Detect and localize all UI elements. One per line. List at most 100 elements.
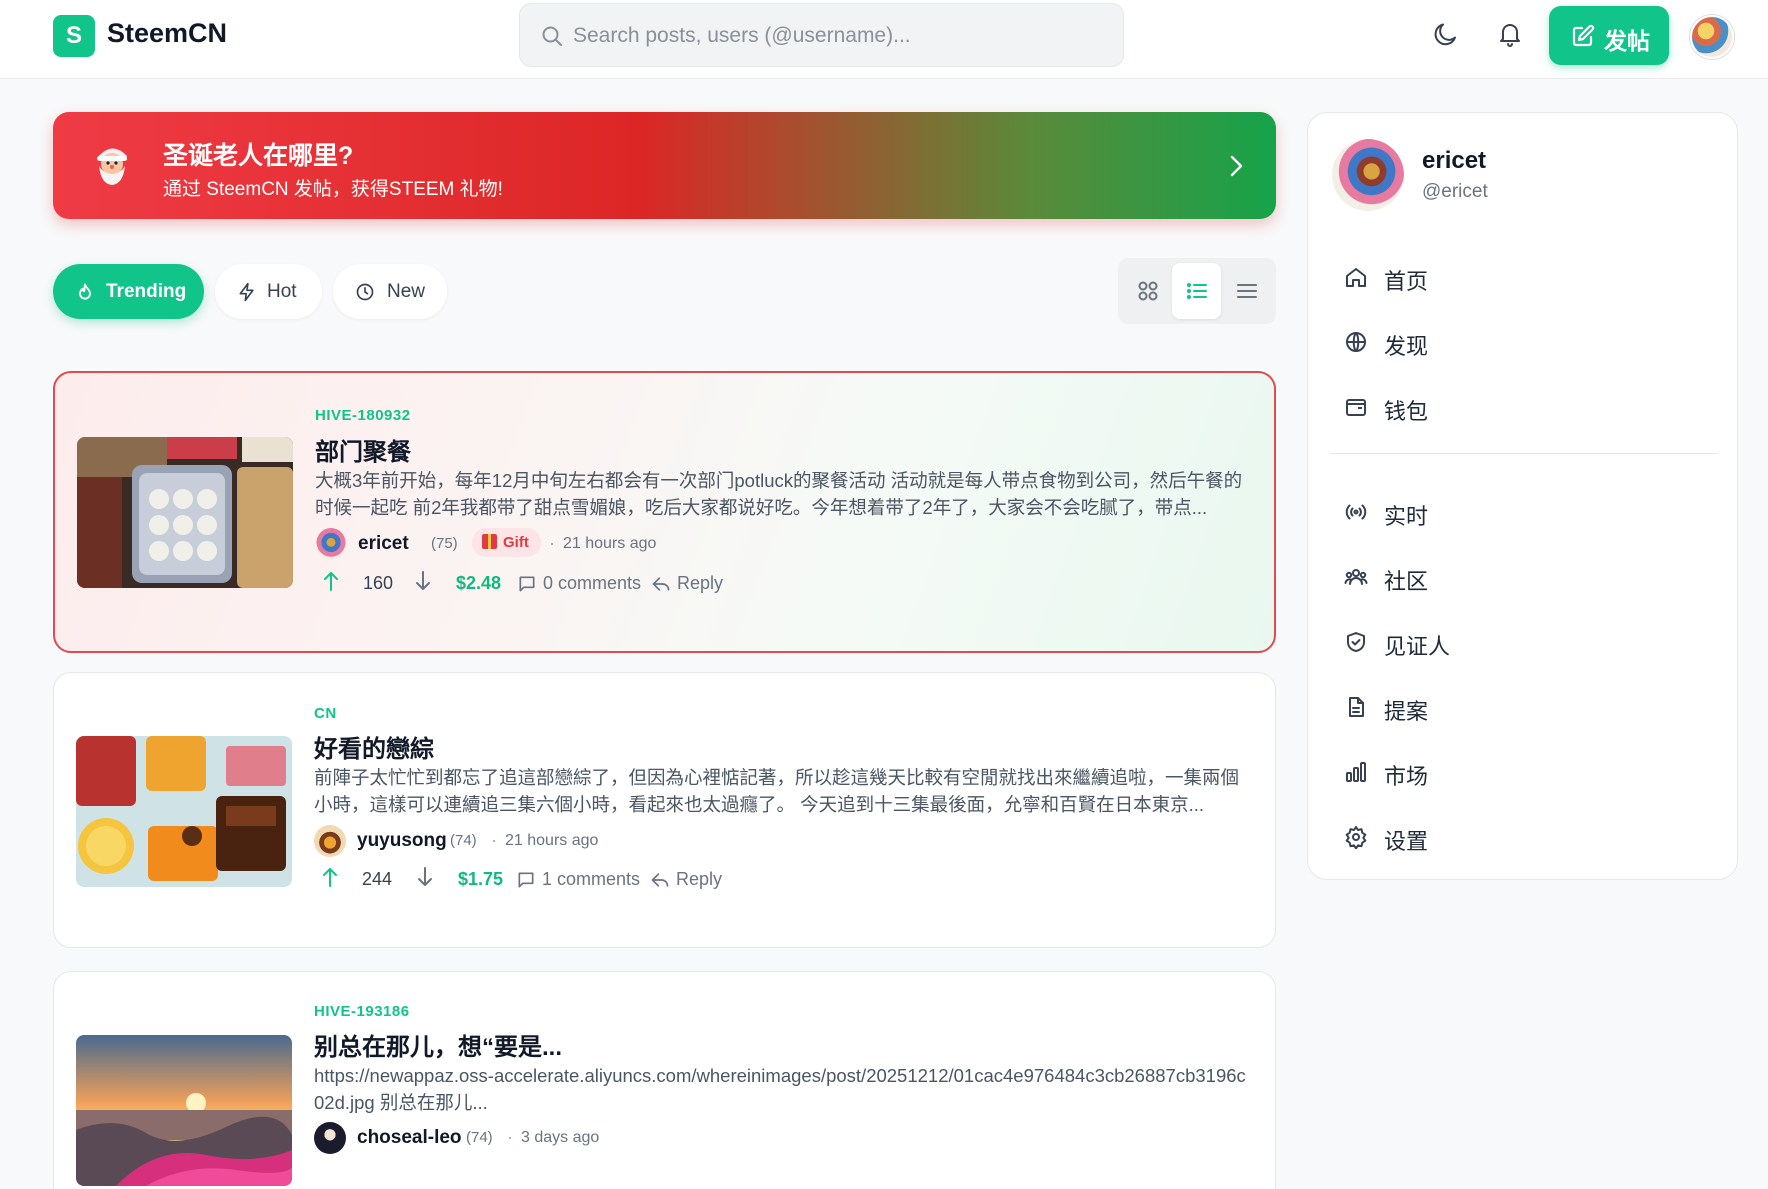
banner-subtitle: 通过 SteemCN 发帖，获得STEEM 礼物! <box>163 179 503 200</box>
payout-value[interactable]: $2.48 <box>456 573 501 594</box>
post-time: 3 days ago <box>521 1129 600 1146</box>
search-bar <box>519 3 1124 67</box>
author-name[interactable]: yuyusong <box>357 830 447 852</box>
post-excerpt: 大概3年前开始，每年12月中旬左右都会有一次部门potluck的聚餐活动 活动就… <box>315 470 1243 518</box>
edit-icon <box>1572 24 1595 47</box>
post-meta: choseal-leo (74) · 3 days ago <box>314 1122 714 1154</box>
tab-label: Trending <box>106 281 187 302</box>
post-thumbnail[interactable] <box>76 1035 292 1186</box>
create-post-button[interactable]: 发帖 <box>1549 6 1669 65</box>
upvote-icon[interactable] <box>320 865 340 889</box>
home-icon <box>1346 268 1366 287</box>
tab-new[interactable]: New <box>333 264 447 319</box>
sidebar-item-proposals[interactable]: 提案 <box>1344 685 1704 729</box>
post-title[interactable]: 别总在那儿，想“要是... <box>314 1027 562 1062</box>
clock-icon <box>356 283 374 301</box>
broadcast-icon <box>1345 504 1367 520</box>
logo-icon[interactable]: S <box>53 15 95 57</box>
post-community-tag[interactable]: HIVE-193186 <box>314 1003 410 1020</box>
post-actions: 244 $1.75 1 comments Reply <box>314 863 774 897</box>
sidebar-item-discover[interactable]: 发现 <box>1344 320 1704 364</box>
bolt-icon <box>239 282 254 302</box>
profile-avatar[interactable] <box>1332 139 1404 211</box>
author-avatar[interactable] <box>315 528 347 560</box>
post-title[interactable]: 好看的戀綜 <box>314 729 434 764</box>
upvote-icon[interactable] <box>321 569 341 593</box>
compact-view-button[interactable] <box>1222 263 1271 319</box>
reply-icon <box>652 577 670 591</box>
comment-icon <box>518 872 534 888</box>
post-meta: ericet (75) Gift · 21 hours ago <box>315 528 715 560</box>
sidebar-item-market[interactable]: 市场 <box>1344 750 1704 794</box>
post-community-tag[interactable]: HIVE-180932 <box>315 407 411 424</box>
tab-label: Hot <box>267 281 297 302</box>
meta-separator: · <box>491 830 497 850</box>
vote-count: 244 <box>362 869 393 889</box>
sidebar-item-live[interactable]: 实时 <box>1344 490 1704 534</box>
wallet-icon <box>1346 399 1366 416</box>
bell-icon[interactable] <box>1494 18 1526 50</box>
post-card[interactable]: HIVE-193186 别总在那儿，想“要是... https://newapp… <box>53 971 1276 1189</box>
profile-handle: @ericet <box>1422 181 1488 202</box>
santa-icon <box>97 148 127 185</box>
list-view-button[interactable] <box>1172 263 1221 319</box>
flame-icon <box>79 283 91 300</box>
gift-badge: Gift <box>472 528 541 557</box>
profile-name[interactable]: ericet <box>1422 147 1486 175</box>
settings-icon <box>1345 826 1367 849</box>
sidebar-item-home[interactable]: 首页 <box>1344 255 1704 299</box>
user-sidebar: ericet @ericet 首页 发现 钱包 实时 社区 见证人 提案 市场 … <box>1307 112 1738 880</box>
reply-icon <box>651 873 669 887</box>
comment-icon <box>519 576 535 592</box>
sidebar-item-settings[interactable]: 设置 <box>1344 815 1704 859</box>
grid-view-button[interactable] <box>1123 263 1172 319</box>
meta-separator: · <box>549 533 555 553</box>
sidebar-divider <box>1330 453 1717 454</box>
author-avatar[interactable] <box>314 825 346 857</box>
tab-hot[interactable]: Hot <box>215 264 322 319</box>
tab-label: New <box>387 281 426 302</box>
meta-separator: · <box>507 1127 513 1147</box>
downvote-icon[interactable] <box>415 865 435 889</box>
post-thumbnail[interactable] <box>77 437 293 588</box>
author-name[interactable]: ericet <box>358 533 409 555</box>
create-post-label: 发帖 <box>1604 28 1650 54</box>
moon-icon[interactable] <box>1430 18 1462 50</box>
author-reputation: (74) <box>466 1129 493 1146</box>
user-avatar[interactable] <box>1690 15 1734 59</box>
post-time: 21 hours ago <box>563 535 657 552</box>
logo-text[interactable]: SteemCN <box>107 18 227 49</box>
grid-icon <box>1138 281 1158 301</box>
sidebar-item-witnesses[interactable]: 见证人 <box>1344 620 1704 664</box>
vote-count: 160 <box>363 573 394 593</box>
bar-chart-icon <box>1346 762 1366 782</box>
sidebar-item-communities[interactable]: 社区 <box>1344 555 1704 599</box>
author-avatar[interactable] <box>314 1122 346 1154</box>
author-reputation: (75) <box>431 535 458 552</box>
post-excerpt: 前陣子太忙忙到都忘了追這部戀綜了，但因為心裡惦記著，所以趁這幾天比較有空閒就找出… <box>314 767 1240 815</box>
gift-icon <box>482 534 497 549</box>
banner-title: 圣诞老人在哪里? <box>163 142 354 170</box>
author-name[interactable]: choseal-leo <box>357 1127 462 1149</box>
post-time: 21 hours ago <box>505 832 599 849</box>
post-community-tag[interactable]: CN <box>314 705 337 722</box>
chevron-right-icon <box>1230 155 1243 177</box>
search-input[interactable] <box>573 18 1103 54</box>
post-card[interactable]: HIVE-180932 部门聚餐 大概3年前开始，每年12月中旬左右都会有一次部… <box>53 371 1276 653</box>
post-card[interactable]: CN 好看的戀綜 前陣子太忙忙到都忘了追這部戀綜了，但因為心裡惦記著，所以趁這幾… <box>53 672 1276 948</box>
users-icon <box>1344 569 1368 585</box>
list-icon <box>1187 283 1207 299</box>
post-title[interactable]: 部门聚餐 <box>315 432 411 467</box>
view-toggle <box>1118 258 1276 324</box>
file-icon <box>1349 697 1364 717</box>
downvote-icon[interactable] <box>413 569 433 593</box>
post-thumbnail[interactable] <box>76 736 292 887</box>
post-actions: 160 $2.48 0 comments Reply <box>315 567 775 601</box>
tab-trending[interactable]: Trending <box>53 264 204 319</box>
post-meta: yuyusong (74) · 21 hours ago <box>314 825 714 857</box>
promo-banner[interactable]: 圣诞老人在哪里? 通过 SteemCN 发帖，获得STEEM 礼物! <box>53 112 1276 219</box>
shield-check-icon <box>1347 632 1365 652</box>
payout-value[interactable]: $1.75 <box>458 869 503 890</box>
post-excerpt: https://newappaz.oss-accelerate.aliyuncs… <box>314 1065 1246 1113</box>
sidebar-item-wallet[interactable]: 钱包 <box>1344 385 1704 429</box>
